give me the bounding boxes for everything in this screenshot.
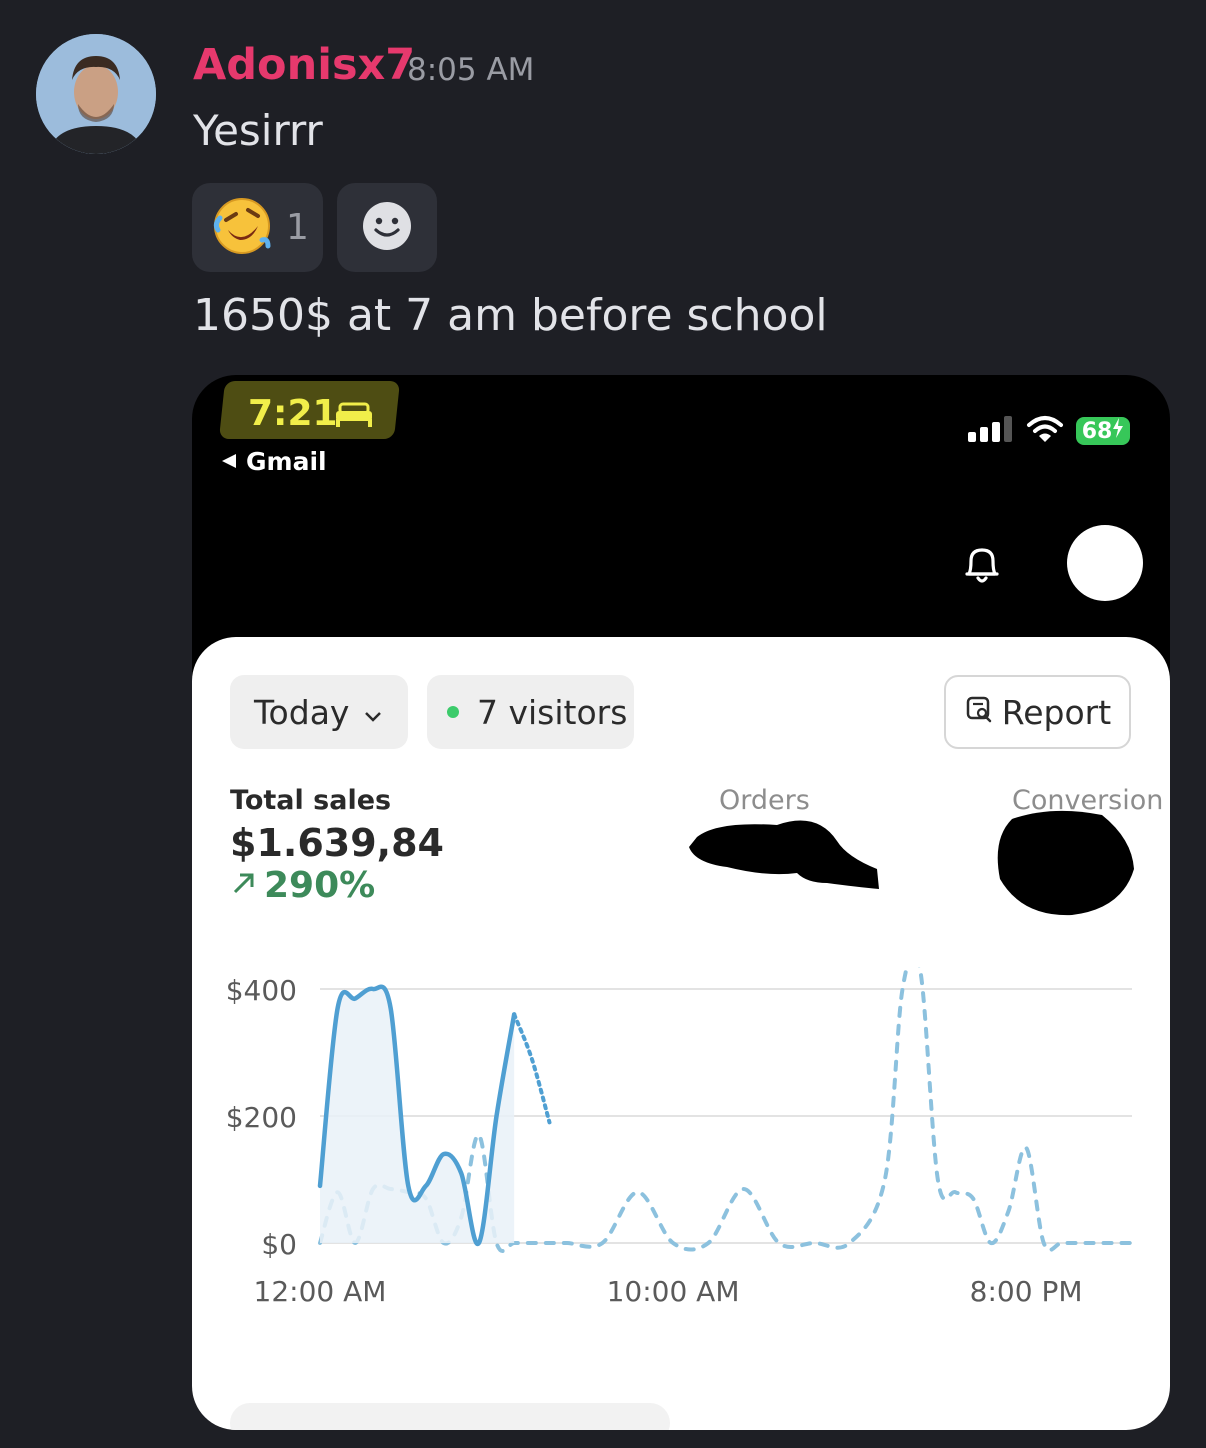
bed-icon (334, 401, 374, 433)
total-sales-change: 290% (230, 865, 375, 906)
smiley-icon (361, 200, 413, 256)
total-sales-label: Total sales (230, 785, 392, 816)
back-to-gmail[interactable]: Gmail (220, 447, 327, 476)
reaction-count: 1 (286, 207, 309, 248)
reaction-button[interactable]: 1 (192, 183, 323, 272)
charging-bolt-icon (1112, 418, 1124, 444)
sales-series-projection (512, 1012, 552, 1125)
x-tick-label: 10:00 AM (607, 1275, 740, 1308)
status-time: 7:21 (248, 393, 338, 434)
wifi-icon (1026, 415, 1064, 447)
username[interactable]: Adonisx7 (193, 40, 415, 90)
back-triangle-icon (220, 447, 238, 476)
change-percent: 290% (264, 865, 376, 906)
y-tick-label: $0 (261, 1228, 297, 1261)
orders-label: Orders (719, 785, 810, 816)
battery-indicator: 68 (1076, 417, 1130, 445)
redacted-orders (687, 817, 887, 901)
live-dot-icon (447, 706, 459, 718)
message-timestamp: 8:05 AM (407, 52, 535, 88)
redacted-conversion (992, 809, 1142, 923)
message-text: Yesirrr (193, 106, 323, 155)
report-button[interactable]: Report (944, 675, 1131, 749)
back-label: Gmail (246, 447, 327, 476)
notification-bell-icon[interactable] (957, 539, 1007, 593)
add-reaction-button[interactable] (337, 183, 437, 272)
signal-icon (968, 416, 1014, 446)
analytics-card: Today 7 visitors Report Total sales Orde… (192, 637, 1170, 1430)
report-icon (964, 693, 994, 732)
y-tick-label: $400 (226, 974, 297, 1007)
total-sales-value: $1.639,84 (230, 821, 444, 865)
visitors-label: 7 visitors (477, 692, 628, 732)
report-label: Report (1001, 692, 1112, 732)
period-dropdown[interactable]: Today (230, 675, 408, 749)
user-avatar[interactable] (36, 34, 156, 154)
sales-chart: $400 $200 $0 12:00 AM 10:00 AM 8:00 PM (226, 967, 1134, 1308)
period-label: Today (254, 692, 350, 732)
message-text-2: 1650$ at 7 am before school (193, 290, 828, 341)
live-visitors-chip[interactable]: 7 visitors (427, 675, 634, 749)
x-tick-label: 8:00 PM (970, 1275, 1083, 1308)
x-tick-label: 12:00 AM (254, 1275, 387, 1308)
next-card-peek (230, 1403, 670, 1430)
arrow-up-right-icon (230, 865, 258, 906)
y-tick-label: $200 (226, 1101, 297, 1134)
status-icons: 68 (968, 415, 1130, 447)
chevron-down-icon (363, 693, 383, 732)
rofl-emoji-icon (212, 196, 272, 260)
profile-avatar[interactable] (1067, 525, 1143, 601)
attached-screenshot[interactable]: 7:21 Gmail 68 Today 7 visitors Report To… (192, 375, 1170, 1430)
